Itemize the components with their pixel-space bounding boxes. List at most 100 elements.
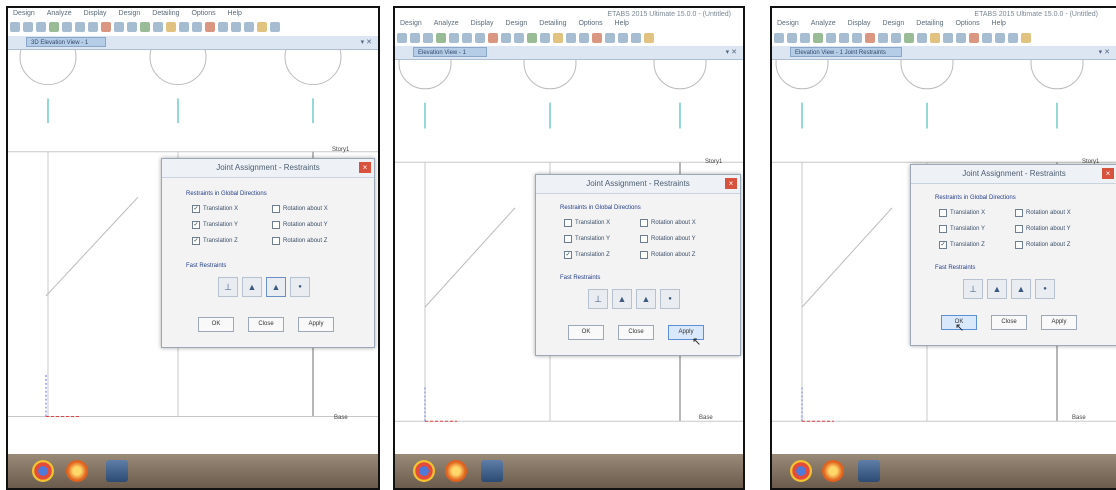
section-cut-icon[interactable] [631,33,641,43]
menu-options[interactable]: Options [191,10,215,17]
checkbox-box-rotation-y[interactable] [272,221,280,229]
etabs-icon[interactable] [481,460,503,482]
checkbox-box-rotation-y[interactable] [1015,225,1023,233]
checkbox-box-translation-x[interactable]: ✓ [192,205,200,213]
checkbox-translation-z[interactable]: ✓ Translation Z [564,251,610,259]
draw-area-icon[interactable] [917,33,927,43]
rubber-band-icon[interactable] [101,22,111,32]
pan-icon[interactable] [49,22,59,32]
fast-restraint-roller-icon[interactable]: ● [290,277,310,297]
menu-help[interactable]: Help [228,10,242,17]
move-down-icon[interactable] [891,33,901,43]
menu-display[interactable]: Display [471,20,494,27]
move-up-icon[interactable] [114,22,124,32]
menu-help[interactable]: Help [992,20,1006,27]
tab-elevation-view[interactable]: Elevation View - 1 [413,47,487,57]
fast-restraint-pin-icon[interactable]: ▲ [612,289,632,309]
elevation-view-icon[interactable] [475,33,485,43]
zoom-in-icon[interactable] [774,33,784,43]
view-3d-icon[interactable] [62,22,72,32]
move-up-icon[interactable] [878,33,888,43]
checkbox-box-rotation-z[interactable] [640,251,648,259]
checkbox-box-rotation-x[interactable] [272,205,280,213]
checkbox-box-translation-x[interactable] [939,209,947,217]
checkbox-rotation-x[interactable]: Rotation about X [640,219,696,227]
select-icon[interactable] [930,33,940,43]
checkbox-rotation-z[interactable]: Rotation about Z [640,251,695,259]
move-down-icon[interactable] [127,22,137,32]
display-icon[interactable] [192,22,202,32]
close-button[interactable]: Close [991,315,1027,330]
fast-restraint-pin-icon[interactable]: ▲ [242,277,262,297]
ok-button[interactable]: OK [198,317,234,332]
menu-display[interactable]: Display [848,20,871,27]
deformed-shape-icon[interactable] [605,33,615,43]
checkbox-rotation-z[interactable]: Rotation about Z [1015,241,1070,249]
checkbox-translation-x[interactable]: ✓ Translation X [192,205,238,213]
firefox-icon[interactable] [445,460,467,482]
checkbox-translation-x[interactable]: Translation X [939,209,985,217]
etabs-icon[interactable] [106,460,128,482]
checkbox-rotation-y[interactable]: Rotation about Y [1015,225,1071,233]
zoom-out-icon[interactable] [787,33,797,43]
deformed-shape-icon[interactable] [218,22,228,32]
fast-restraint-fixed-icon[interactable]: ▲ [636,289,656,309]
elevation-view-icon[interactable] [88,22,98,32]
checkbox-box-translation-y[interactable]: ✓ [192,221,200,229]
tab-elevation-view[interactable]: 3D Elevation View - 1 [26,37,106,47]
checkbox-box-translation-y[interactable] [564,235,572,243]
pan-icon[interactable] [813,33,823,43]
dialog-close-icon[interactable]: × [725,178,737,189]
checkbox-rotation-x[interactable]: Rotation about X [1015,209,1071,217]
rubber-band-icon[interactable] [865,33,875,43]
forces-icon[interactable] [231,22,241,32]
checkbox-box-translation-y[interactable] [939,225,947,233]
zoom-window-icon[interactable] [36,22,46,32]
etabs-icon[interactable] [858,460,880,482]
chrome-icon[interactable] [413,460,435,482]
tab-elevation-view[interactable]: Elevation View - 1 Joint Restraints [790,47,902,57]
checkbox-translation-z[interactable]: ✓ Translation Z [939,241,985,249]
zoom-in-icon[interactable] [397,33,407,43]
move-up-icon[interactable] [501,33,511,43]
close-button[interactable]: Close [248,317,284,332]
firefox-icon[interactable] [822,460,844,482]
display-icon[interactable] [579,33,589,43]
apply-button[interactable]: Apply [298,317,334,332]
checkbox-box-rotation-y[interactable] [640,235,648,243]
checkbox-translation-y[interactable]: Translation Y [564,235,610,243]
fast-restraint-fixed-icon[interactable]: ▲ [1011,279,1031,299]
close-button[interactable]: Close [618,325,654,340]
plan-view-icon[interactable] [839,33,849,43]
checkbox-box-translation-x[interactable] [564,219,572,227]
menu-analyze[interactable]: Analyze [434,20,459,27]
section-cut-icon[interactable] [244,22,254,32]
checkbox-box-translation-z[interactable]: ✓ [564,251,572,259]
assign-icon[interactable] [179,22,189,32]
checkbox-rotation-z[interactable]: Rotation about Z [272,237,327,245]
draw-frame-icon[interactable] [904,33,914,43]
section-cut-icon[interactable] [1008,33,1018,43]
elevation-view-icon[interactable] [852,33,862,43]
checkbox-rotation-x[interactable]: Rotation about X [272,205,328,213]
run-analysis-icon[interactable] [592,33,602,43]
pan-icon[interactable] [436,33,446,43]
checkbox-rotation-y[interactable]: Rotation about Y [640,235,696,243]
view-3d-icon[interactable] [826,33,836,43]
menu-design-2[interactable]: Design [883,20,905,27]
menu-detailing[interactable]: Detailing [916,20,943,27]
fast-restraint-roller-icon[interactable]: ● [1035,279,1055,299]
rubber-band-icon[interactable] [488,33,498,43]
fast-restraint-free-icon[interactable]: ⊥ [218,277,238,297]
draw-area-icon[interactable] [153,22,163,32]
view-3d-icon[interactable] [449,33,459,43]
zoom-window-icon[interactable] [423,33,433,43]
fast-restraint-pin-icon[interactable]: ▲ [987,279,1007,299]
run-analysis-icon[interactable] [969,33,979,43]
menu-analyze[interactable]: Analyze [811,20,836,27]
menu-display[interactable]: Display [84,10,107,17]
apply-button[interactable]: Apply [1041,315,1077,330]
fast-restraint-fixed-icon[interactable]: ▲ [266,277,286,297]
fast-restraint-free-icon[interactable]: ⊥ [963,279,983,299]
firefox-icon[interactable] [66,460,88,482]
